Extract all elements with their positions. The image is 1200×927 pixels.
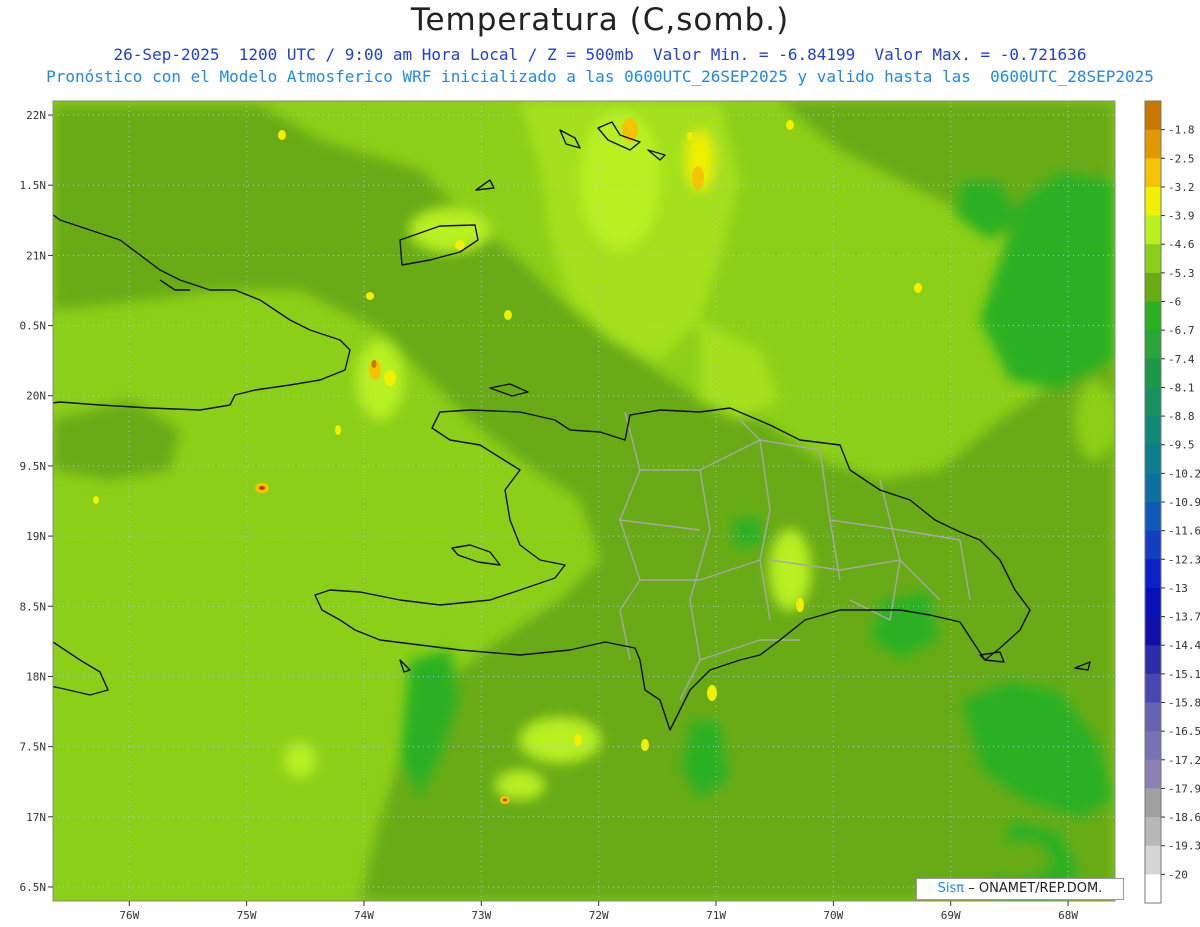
colorbar-label: -13 bbox=[1168, 582, 1188, 595]
colorbar-swatch bbox=[1145, 502, 1161, 532]
colorbar-swatch bbox=[1145, 387, 1161, 417]
colorbar-swatch bbox=[1145, 788, 1161, 818]
colorbar-label: -9.5 bbox=[1168, 439, 1195, 452]
colorbar-label: -10.2 bbox=[1168, 467, 1200, 480]
lat-tick-label: 22N bbox=[26, 109, 46, 122]
colorbar-label: -6.7 bbox=[1168, 324, 1195, 337]
colorbar-label: -20 bbox=[1168, 868, 1188, 881]
colorbar-label: -11.6 bbox=[1168, 525, 1200, 538]
colorbar-label: -17.2 bbox=[1168, 754, 1200, 767]
colorbar-label: -12.3 bbox=[1168, 553, 1200, 566]
lon-tick-label: 68W bbox=[1058, 909, 1078, 922]
colorbar-swatch bbox=[1145, 244, 1161, 274]
temperature-map: 76W 75W 74W 73W 72W 71W 70W 69W 68W 22N 1.5N 21N 0.… bbox=[20, 100, 1200, 922]
colorbar-swatch bbox=[1145, 101, 1161, 131]
lat-tick-label: 21N bbox=[26, 249, 46, 262]
colorbar-swatch bbox=[1145, 759, 1161, 789]
colorbar-swatch bbox=[1145, 702, 1161, 732]
colorbar-label: -5.3 bbox=[1168, 267, 1195, 280]
colorbar-swatch bbox=[1145, 874, 1161, 904]
lat-tick-label: 19N bbox=[26, 530, 46, 543]
colorbar-swatch bbox=[1145, 731, 1161, 761]
colorbar-swatch bbox=[1145, 416, 1161, 446]
longitude-axis: 76W 75W 74W 73W 72W 71W 70W 69W 68W bbox=[119, 901, 1078, 922]
lon-tick-label: 73W bbox=[471, 909, 491, 922]
colorbar-swatch bbox=[1145, 645, 1161, 675]
colorbar-swatch bbox=[1145, 129, 1161, 159]
colorbar-swatch bbox=[1145, 301, 1161, 331]
colorbar-label: -10.9 bbox=[1168, 496, 1200, 509]
lat-tick-label: 18N bbox=[26, 670, 46, 683]
colorbar-swatch bbox=[1145, 158, 1161, 188]
colorbar-swatch bbox=[1145, 845, 1161, 875]
colorbar-swatch bbox=[1145, 444, 1161, 474]
colorbar-swatch bbox=[1145, 587, 1161, 617]
lat-tick-label: 1.5N bbox=[20, 179, 47, 192]
temperature-field bbox=[53, 101, 1115, 901]
colorbar-swatch bbox=[1145, 616, 1161, 646]
lon-tick-label: 69W bbox=[941, 909, 961, 922]
lat-tick-label: 7.5N bbox=[20, 741, 47, 754]
lon-tick-label: 75W bbox=[237, 909, 257, 922]
lon-tick-label: 71W bbox=[706, 909, 726, 922]
colorbar-label: -8.1 bbox=[1168, 381, 1195, 394]
lat-tick-label: 0.5N bbox=[20, 320, 47, 333]
lon-tick-label: 72W bbox=[589, 909, 609, 922]
colorbar-label: -14.4 bbox=[1168, 639, 1200, 652]
colorbar-label: -15.1 bbox=[1168, 668, 1200, 681]
colorbar-label: -1.8 bbox=[1168, 124, 1195, 137]
colorbar-label: -4.6 bbox=[1168, 238, 1195, 251]
lon-tick-label: 70W bbox=[823, 909, 843, 922]
colorbar-label: -7.4 bbox=[1168, 353, 1195, 366]
credit-text: – ONAMET/REP.DOM. bbox=[968, 881, 1103, 896]
colorbar-label: -13.7 bbox=[1168, 611, 1200, 624]
credit-box: Sisπ – ONAMET/REP.DOM. bbox=[916, 878, 1124, 900]
colorbar-label: -3.2 bbox=[1168, 181, 1195, 194]
colorbar-legend: -1.8 -2.5 -3.2 -3.9 -4.6 -5.3 -6 -6.7 -7.4 -8.1 -8… bbox=[1144, 100, 1200, 904]
colorbar-label: -19.3 bbox=[1168, 840, 1200, 853]
latitude-axis: 22N 1.5N 21N 0.5N 20N 9.5N 19N 8.5N 18N 7.5N 17N 6.… bbox=[20, 109, 53, 894]
lon-tick-label: 74W bbox=[354, 909, 374, 922]
colorbar-swatch bbox=[1145, 817, 1161, 847]
colorbar-label: -17.9 bbox=[1168, 782, 1200, 795]
colorbar-swatch bbox=[1145, 330, 1161, 360]
lat-tick-label: 20N bbox=[26, 390, 46, 403]
colorbar-swatch bbox=[1145, 186, 1161, 216]
colorbar-label: -6 bbox=[1168, 296, 1181, 309]
lat-tick-label: 8.5N bbox=[20, 600, 47, 613]
colorbar-label: -16.5 bbox=[1168, 725, 1200, 738]
colorbar-swatch bbox=[1145, 358, 1161, 388]
colorbar-swatch bbox=[1145, 673, 1161, 703]
lat-tick-label: 9.5N bbox=[20, 460, 47, 473]
colorbar-swatch bbox=[1145, 215, 1161, 245]
colorbar-swatch bbox=[1145, 559, 1161, 589]
colorbar-label: -8.8 bbox=[1168, 410, 1195, 423]
colorbar-label: -15.8 bbox=[1168, 697, 1200, 710]
colorbar-swatch bbox=[1145, 530, 1161, 560]
colorbar-swatch bbox=[1145, 272, 1161, 302]
lon-tick-label: 76W bbox=[119, 909, 139, 922]
colorbar-label: -18.6 bbox=[1168, 811, 1200, 824]
sispi-logo: Sisπ bbox=[937, 881, 965, 896]
colorbar-swatch bbox=[1145, 473, 1161, 503]
lat-tick-label: 6.5N bbox=[20, 881, 47, 894]
colorbar-label: -3.9 bbox=[1168, 210, 1195, 223]
colorbar-label: -2.5 bbox=[1168, 152, 1195, 165]
lat-tick-label: 17N bbox=[26, 811, 46, 824]
